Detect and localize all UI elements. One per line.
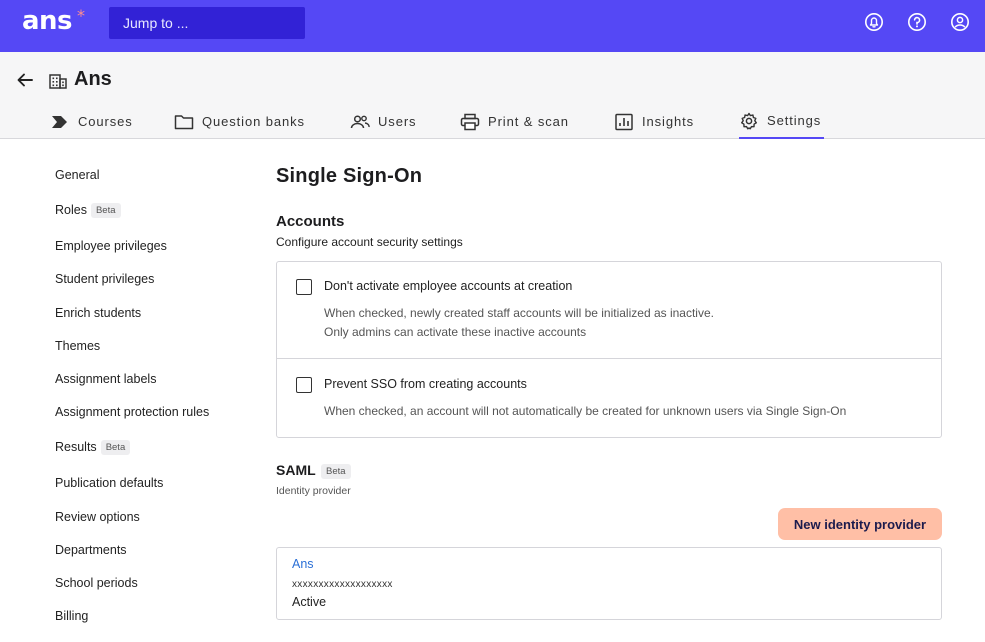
notification-icon[interactable] — [864, 12, 884, 32]
building-icon — [49, 74, 67, 89]
sidebar-item-departments[interactable]: Departments — [55, 543, 127, 557]
beta-badge: Beta — [90, 203, 121, 218]
beta-badge: Beta — [100, 440, 131, 455]
dont-activate-desc-2: Only admins can activate these inactive … — [324, 325, 587, 339]
sidebar-item-label: Enrich students — [55, 306, 142, 320]
jump-placeholder: Jump to ... — [123, 15, 189, 31]
tab-label: Print & scan — [488, 114, 569, 129]
sidebar-item-assignment-protection-rules[interactable]: Assignment protection rules — [55, 405, 209, 419]
page-title: Ans — [74, 68, 112, 90]
sidebar-item-publication-defaults[interactable]: Publication defaults — [55, 476, 163, 490]
identity-provider-status: Active — [292, 595, 327, 609]
sidebar-item-enrich-students[interactable]: Enrich students — [55, 306, 141, 320]
dont-activate-label: Don't activate employee accounts at crea… — [324, 279, 573, 293]
sidebar-item-general[interactable]: General — [55, 168, 99, 182]
identity-provider-id: xxxxxxxxxxxxxxxxxxx — [292, 579, 393, 590]
chart-icon — [615, 113, 633, 130]
prevent-sso-desc: When checked, an account will not automa… — [324, 404, 847, 418]
sidebar-item-label: Publication defaults — [55, 476, 164, 490]
printer-icon — [460, 113, 480, 130]
sidebar-item-employee-privileges[interactable]: Employee privileges — [55, 239, 167, 253]
sidebar-item-themes[interactable]: Themes — [55, 339, 100, 353]
identity-provider-link[interactable]: Ans — [292, 557, 314, 571]
page-header: Ans Courses Question banks Users Print &… — [0, 52, 985, 139]
sidebar-item-label: Employee privileges — [55, 239, 167, 253]
tab-insights[interactable]: Insights — [614, 104, 694, 139]
tab-label: Settings — [767, 113, 822, 128]
tab-users[interactable]: Users — [350, 104, 416, 139]
sidebar-item-roles[interactable]: Roles Beta — [55, 203, 121, 218]
folder-icon — [174, 114, 194, 129]
sidebar-item-label: Assignment labels — [55, 372, 157, 386]
new-identity-provider-button[interactable]: New identity provider — [778, 508, 942, 540]
sidebar-item-results[interactable]: Results Beta — [55, 440, 131, 455]
accounts-title: Accounts — [276, 213, 345, 230]
tab-print-scan[interactable]: Print & scan — [460, 104, 569, 139]
back-arrow-icon[interactable] — [16, 71, 34, 89]
tab-label: Question banks — [202, 114, 305, 129]
nav-tabs: Courses Question banks Users Print & sca… — [0, 104, 985, 139]
dont-activate-checkbox[interactable] — [296, 279, 312, 295]
saml-title: SAML — [276, 462, 316, 478]
tab-label: Insights — [642, 114, 695, 129]
users-icon — [350, 114, 370, 128]
tab-settings[interactable]: Settings — [739, 104, 824, 139]
sidebar-item-label: Assignment protection rules — [55, 405, 210, 419]
section-heading: Single Sign-On — [276, 165, 423, 187]
top-bar: ans * Jump to ... — [0, 0, 985, 52]
gear-icon — [741, 112, 757, 129]
sidebar-item-label: Roles — [55, 203, 87, 217]
sidebar-item-label: School periods — [55, 576, 138, 590]
prevent-sso-label: Prevent SSO from creating accounts — [324, 377, 527, 391]
tab-label: Users — [378, 114, 417, 129]
beta-badge: Beta — [321, 464, 351, 479]
tab-question-banks[interactable]: Question banks — [174, 104, 305, 139]
sidebar-item-student-privileges[interactable]: Student privileges — [55, 272, 154, 286]
courses-icon — [52, 115, 67, 128]
jump-to-search[interactable]: Jump to ... — [109, 7, 305, 39]
dont-activate-desc-1: When checked, newly created staff accoun… — [324, 306, 714, 320]
tab-label: Courses — [78, 114, 133, 129]
sidebar-item-label: Departments — [55, 543, 127, 557]
accounts-subtitle: Configure account security settings — [276, 235, 463, 249]
sidebar-item-label: Results — [55, 440, 97, 454]
logo-asterisk: * — [77, 6, 85, 25]
account-icon[interactable] — [950, 12, 970, 32]
accounts-settings-card: Don't activate employee accounts at crea… — [276, 261, 942, 438]
logo[interactable]: ans * — [22, 6, 85, 36]
logo-text: ans — [22, 6, 73, 36]
sidebar-item-label: Review options — [55, 510, 140, 524]
sidebar-item-review-options[interactable]: Review options — [55, 510, 140, 524]
sidebar-item-school-periods[interactable]: School periods — [55, 576, 138, 590]
identity-provider-card[interactable]: Ans xxxxxxxxxxxxxxxxxxx Active — [276, 547, 942, 620]
tab-courses[interactable]: Courses — [50, 104, 133, 139]
sidebar-item-assignment-labels[interactable]: Assignment labels — [55, 372, 156, 386]
help-icon[interactable] — [907, 12, 927, 32]
prevent-sso-checkbox[interactable] — [296, 377, 312, 393]
divider — [277, 358, 941, 359]
sidebar-item-label: General — [55, 168, 100, 182]
sidebar-item-label: Billing — [55, 609, 89, 623]
sidebar-item-billing[interactable]: Billing — [55, 609, 88, 623]
sidebar-item-label: Themes — [55, 339, 101, 353]
sidebar-item-label: Student privileges — [55, 272, 155, 286]
saml-subtitle: Identity provider — [276, 485, 351, 497]
